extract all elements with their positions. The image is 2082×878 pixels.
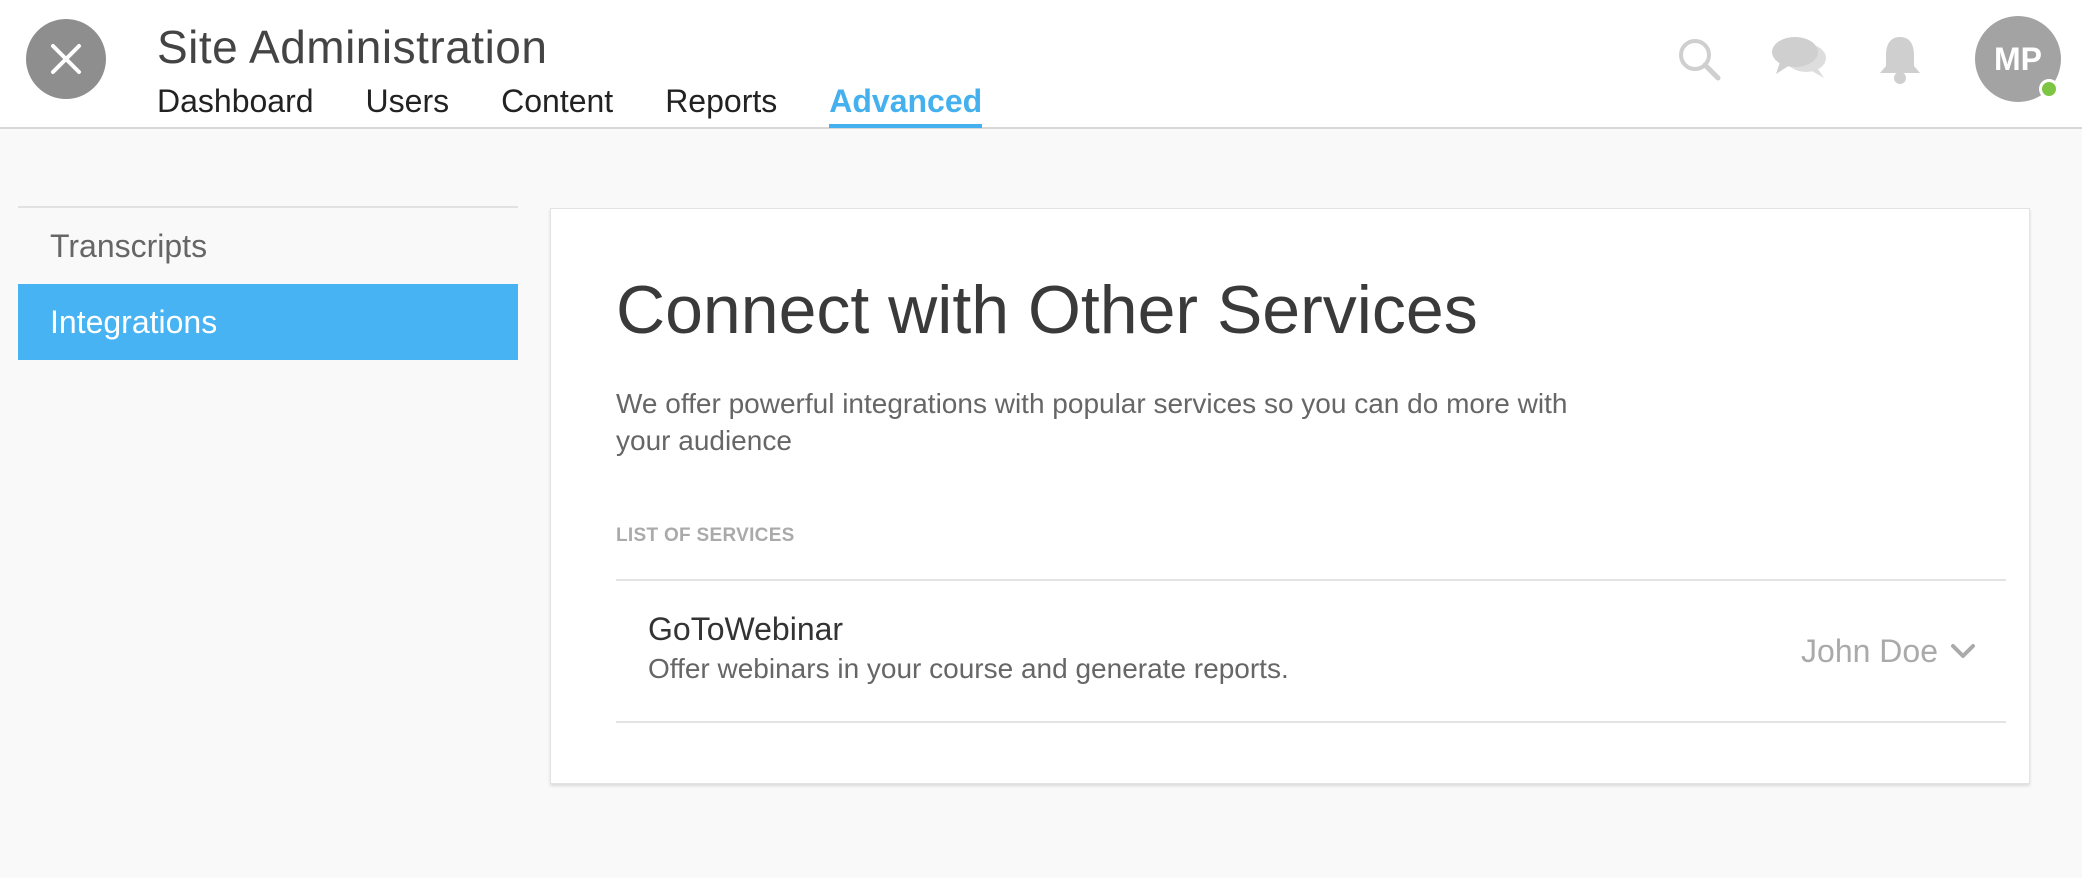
- section-title: Connect with Other Services: [616, 272, 1478, 348]
- section-description: We offer powerful integrations with popu…: [616, 388, 1568, 456]
- chat-icon: [1772, 37, 1826, 78]
- sidebar-item-transcripts[interactable]: Transcripts: [18, 208, 518, 284]
- tab-dashboard[interactable]: Dashboard: [157, 78, 314, 128]
- tab-reports[interactable]: Reports: [665, 78, 777, 128]
- service-description: Offer webinars in your course and genera…: [648, 653, 1289, 684]
- tab-users[interactable]: Users: [366, 78, 450, 128]
- notifications-button[interactable]: [1877, 33, 1923, 85]
- account-dropdown[interactable]: John Doe: [1801, 631, 1976, 671]
- integrations-panel: Connect with Other Services We offer pow…: [550, 208, 2030, 784]
- service-name: GoToWebinar: [648, 611, 844, 647]
- page-title: Site Administration: [157, 21, 548, 73]
- account-name: John Doe: [1801, 632, 1938, 669]
- top-header: Site Administration Dashboard Users Cont…: [0, 0, 2082, 129]
- services-list-label: LIST OF SERVICES: [616, 525, 795, 546]
- close-button[interactable]: [26, 19, 106, 99]
- sidebar: Transcripts Integrations: [18, 206, 518, 360]
- main-nav: Dashboard Users Content Reports Advanced: [157, 78, 1034, 128]
- online-status-dot: [2039, 79, 2059, 99]
- bell-icon: [1880, 37, 1920, 84]
- search-icon: [1679, 39, 1721, 81]
- sidebar-item-integrations[interactable]: Integrations: [18, 284, 518, 360]
- messages-button[interactable]: [1770, 34, 1830, 84]
- chevron-down-icon: [1951, 644, 1975, 658]
- close-icon: [51, 44, 81, 74]
- tab-advanced[interactable]: Advanced: [829, 78, 983, 128]
- tab-content[interactable]: Content: [501, 78, 613, 128]
- service-row-gotowebinar: GoToWebinar Offer webinars in your cours…: [616, 579, 2006, 723]
- search-button[interactable]: [1676, 36, 1722, 82]
